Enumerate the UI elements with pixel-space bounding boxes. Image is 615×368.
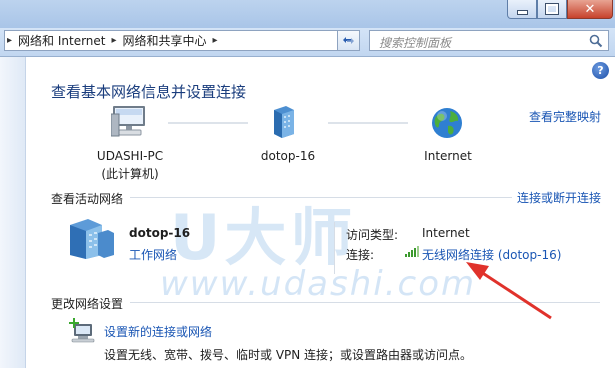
computer-icon[interactable]	[111, 104, 147, 138]
refresh-button[interactable]	[337, 30, 360, 51]
network-location-icon[interactable]	[68, 215, 116, 259]
map-connector-line	[328, 122, 408, 124]
breadcrumb-separator-icon[interactable]: ▸	[110, 35, 119, 46]
minimize-button[interactable]	[507, 0, 537, 19]
search-placeholder: 搜索控制面板	[379, 36, 452, 50]
change-settings-heading: 更改网络设置	[51, 297, 124, 311]
setup-new-connection-description: 设置无线、宽带、拨号、临时或 VPN 连接；或设置路由器或访问点。	[104, 348, 473, 362]
close-button[interactable]: ✕	[567, 0, 613, 19]
network-type-link[interactable]: 工作网络	[129, 246, 177, 263]
active-networks-heading: 查看活动网络	[51, 192, 124, 206]
refresh-icon	[343, 37, 354, 44]
search-icon[interactable]	[589, 34, 603, 48]
maximize-icon	[545, 3, 559, 15]
minimize-icon	[516, 9, 528, 15]
setup-new-connection-link[interactable]: 设置新的连接或网络	[104, 323, 212, 340]
globe-icon[interactable]	[430, 106, 464, 140]
network-name: dotop-16	[129, 226, 191, 240]
computer-label: UDASHI-PC	[96, 149, 164, 163]
breadcrumb-overflow-icon[interactable]: ▸	[5, 35, 14, 46]
navigation-bar: ▸ 网络和 Internet ▸ 网络和共享中心 ▸ ▼ 搜索控制面板	[0, 28, 615, 57]
address-bar[interactable]: ▸ 网络和 Internet ▸ 网络和共享中心 ▸ ▼	[4, 30, 359, 51]
new-connection-icon[interactable]	[68, 318, 96, 344]
help-button[interactable]: ?	[592, 62, 609, 79]
connections-label: 连接:	[346, 248, 375, 262]
map-connector-line	[168, 122, 248, 124]
maximize-button[interactable]	[537, 0, 567, 19]
section-divider	[130, 197, 512, 198]
wifi-signal-icon	[405, 246, 419, 257]
breadcrumb-separator-icon[interactable]: ▸	[211, 35, 220, 46]
page-title: 查看基本网络信息并设置连接	[51, 83, 247, 101]
breadcrumb-network-internet[interactable]: 网络和 Internet	[14, 32, 109, 49]
connect-disconnect-link[interactable]: 连接或断开连接	[517, 189, 601, 206]
breadcrumb-network-sharing-center[interactable]: 网络和共享中心	[119, 32, 211, 49]
section-divider	[130, 302, 600, 303]
search-input[interactable]: 搜索控制面板	[369, 30, 609, 51]
network-label: dotop-16	[260, 149, 316, 163]
computer-sublabel: (此计算机)	[101, 167, 159, 181]
window-controls: ✕	[507, 0, 613, 19]
close-icon: ✕	[584, 1, 596, 17]
vertical-divider	[334, 222, 335, 274]
title-bar: ✕	[0, 0, 615, 28]
watermark-url: www.udashi.com	[160, 264, 477, 304]
access-type-value: Internet	[422, 226, 470, 240]
wireless-connection-link[interactable]: 无线网络连接 (dotop-16)	[422, 246, 561, 263]
access-type-label: 访问类型:	[346, 228, 399, 242]
view-full-map-link[interactable]: 查看完整映射	[529, 108, 601, 125]
internet-label: Internet	[424, 149, 472, 163]
left-pane	[0, 57, 26, 368]
network-icon[interactable]	[270, 104, 298, 138]
